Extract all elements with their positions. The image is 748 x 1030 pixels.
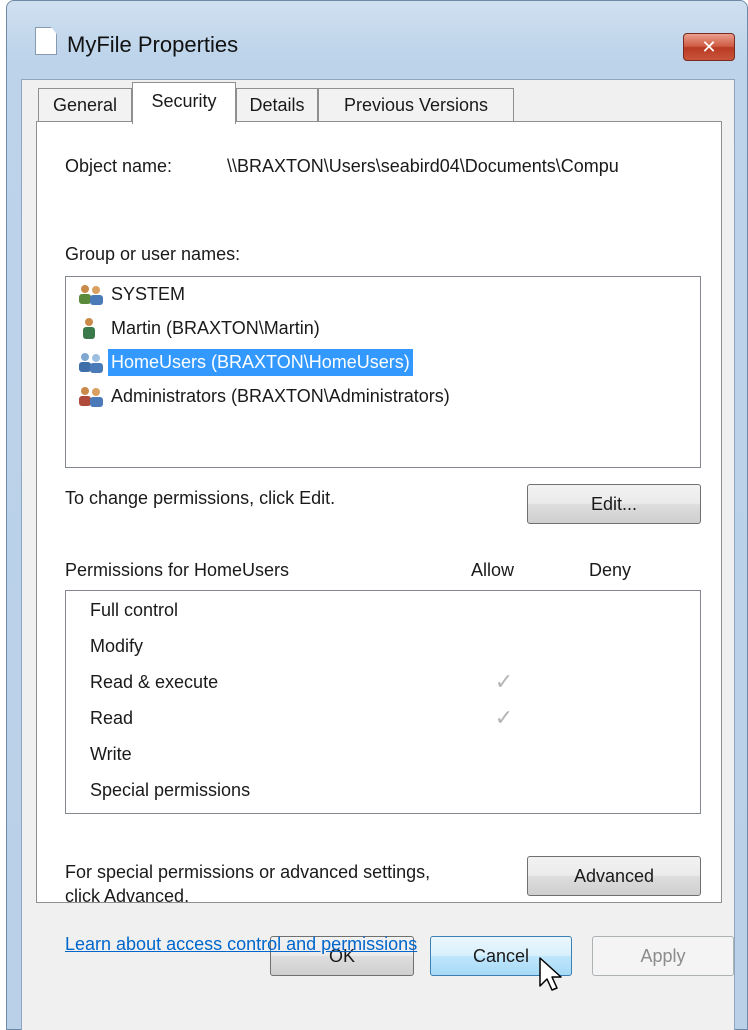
object-name-value: \\BRAXTON\Users\seabird04\Documents\Comp… <box>227 156 619 176</box>
help-link[interactable]: Learn about access control and permissio… <box>65 934 417 955</box>
group-users-icon <box>79 387 103 407</box>
properties-window: MyFile Properties ✕ General Security Det… <box>6 0 748 1030</box>
advanced-hint-line1: For special permissions or advanced sett… <box>65 862 431 882</box>
allow-check-icon: ✓ <box>494 705 514 730</box>
list-item-administrators[interactable]: Administrators (BRAXTON\Administrators) <box>72 381 696 411</box>
user-list[interactable]: SYSTEM Martin (BRAXTON\Martin) HomeUsers… <box>65 276 701 468</box>
deny-column-header: Deny <box>589 560 632 580</box>
permission-row: Full control <box>90 595 690 625</box>
tab-details[interactable]: Details <box>236 88 318 122</box>
permission-name: Read <box>90 708 134 728</box>
tab-security[interactable]: Security <box>132 82 236 124</box>
title-bar[interactable]: MyFile Properties ✕ <box>7 1 747 71</box>
advanced-button[interactable]: Advanced <box>527 856 701 896</box>
permission-row: Read ✓ <box>90 703 690 733</box>
permission-row: Read & execute ✓ <box>90 667 690 697</box>
user-name: Martin (BRAXTON\Martin) <box>111 318 320 338</box>
dialog-client-area: General Security Details Previous Versio… <box>21 79 735 1030</box>
close-button[interactable]: ✕ <box>683 33 735 61</box>
user-name: Administrators (BRAXTON\Administrators) <box>111 386 450 406</box>
permission-row: Special permissions <box>90 775 690 805</box>
permissions-header: Permissions for HomeUsers <box>65 560 290 580</box>
list-item-homeusers[interactable]: HomeUsers (BRAXTON\HomeUsers) <box>72 347 696 377</box>
document-icon <box>35 27 57 55</box>
list-item-system[interactable]: SYSTEM <box>72 279 696 309</box>
user-icon <box>83 318 95 339</box>
permission-row: Modify <box>90 631 690 661</box>
advanced-hint-line2: click Advanced. <box>65 886 190 906</box>
tab-previous-versions[interactable]: Previous Versions <box>318 88 514 122</box>
tab-general[interactable]: General <box>38 88 132 122</box>
apply-button[interactable]: Apply <box>592 936 734 976</box>
user-name: HomeUsers (BRAXTON\HomeUsers) <box>108 349 413 376</box>
list-item-martin[interactable]: Martin (BRAXTON\Martin) <box>72 313 696 343</box>
permissions-list[interactable]: Full control Modify Read & execute ✓ Rea… <box>65 590 701 814</box>
allow-column-header: Allow <box>471 560 515 580</box>
permission-name: Modify <box>90 636 144 656</box>
change-permissions-hint: To change permissions, click Edit. <box>65 488 336 508</box>
group-users-icon <box>79 353 103 373</box>
permission-name: Read & execute <box>90 672 219 692</box>
window-title: MyFile Properties <box>67 32 239 57</box>
object-name-label: Object name: <box>65 156 173 176</box>
allow-check-icon: ✓ <box>494 669 514 694</box>
group-or-user-names-label: Group or user names: <box>65 244 241 264</box>
edit-button[interactable]: Edit... <box>527 484 701 524</box>
user-name: SYSTEM <box>111 284 186 304</box>
permission-name: Special permissions <box>90 780 251 800</box>
permission-name: Write <box>90 744 132 764</box>
group-users-icon <box>79 285 103 305</box>
mouse-pointer-icon <box>539 957 562 991</box>
security-tab-page: Object name: \\BRAXTON\Users\seabird04\D… <box>36 121 722 954</box>
permission-name: Full control <box>90 600 179 620</box>
permission-row: Write <box>90 739 690 769</box>
